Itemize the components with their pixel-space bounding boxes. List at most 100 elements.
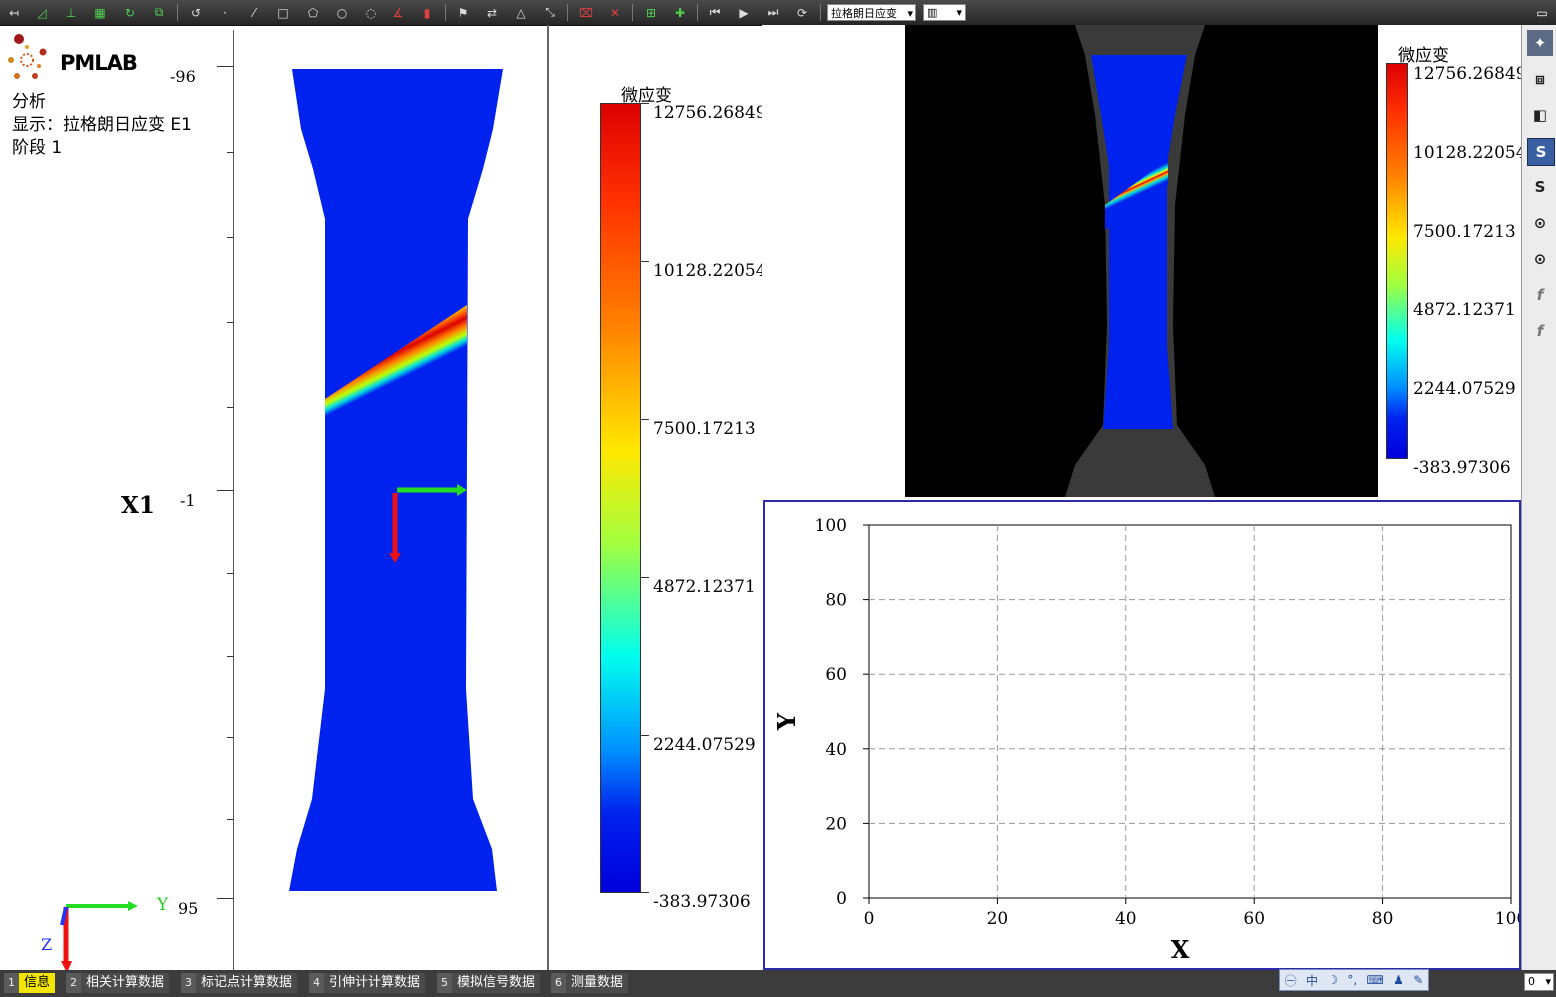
info-display: 显示：拉格朗日应变 E1 <box>12 115 192 135</box>
axis-icon[interactable]: ⊥ <box>61 3 81 22</box>
ime-language[interactable]: 中 <box>1306 972 1318 989</box>
axis-triad <box>30 885 150 979</box>
y-tick-label: 0 <box>836 889 847 909</box>
y-tick-label: 60 <box>825 665 847 685</box>
chevron-down-icon: ▾ <box>956 6 962 19</box>
ruler-line <box>233 30 234 970</box>
layout-select[interactable]: ▥ ▾ <box>923 4 966 21</box>
moon-icon[interactable]: ☽ <box>1327 973 1338 987</box>
y-tick-label: 80 <box>825 591 847 611</box>
swap-icon[interactable]: ⇄ <box>482 3 502 22</box>
colorbar-tick: 7500.17213 <box>653 419 756 439</box>
strain-analysis-icon[interactable]: S <box>1527 138 1555 166</box>
chevron-down-icon: ▾ <box>1545 975 1551 988</box>
colorbar-tick: 12756.26849 <box>653 103 767 123</box>
tab-info[interactable]: 1 信息 <box>4 973 56 993</box>
wrench-icon[interactable]: ✎ <box>1413 973 1423 987</box>
colorbar-tick: 10128.22054 <box>653 261 767 281</box>
tab-number: 5 <box>437 973 452 993</box>
camera-image <box>905 25 1378 497</box>
eraser-icon[interactable]: ▮ <box>417 3 437 22</box>
xy-chart: 0 20 40 60 80 100 0 20 40 60 80 100 X Y <box>772 516 1527 964</box>
line-icon[interactable]: ⁄ <box>244 3 264 22</box>
axis-y-label: Y <box>157 895 169 915</box>
x-tick-label: 20 <box>987 909 1009 929</box>
index-select-value: 0 <box>1528 975 1535 988</box>
y-axis-label: Y <box>772 712 801 731</box>
tab-label: 标记点计算数据 <box>196 973 298 993</box>
polygon-icon[interactable]: ⬠ <box>303 3 323 22</box>
play-icon[interactable]: ▶ <box>734 3 754 22</box>
colorbar-tick: 2244.07529 <box>653 735 756 755</box>
image-view-panel: 微应变 12756.26849 10128.22054 7500.17213 4… <box>762 25 1527 500</box>
rectangle-icon[interactable]: □ <box>273 3 293 22</box>
colorbar-tick: 2244.07529 <box>1413 379 1516 399</box>
colorbar-tick: 4872.12371 <box>1413 300 1516 320</box>
delete-point-icon[interactable]: ✕ <box>605 3 625 22</box>
punctuation-icon[interactable]: °, <box>1347 973 1357 987</box>
undo-icon[interactable]: ↺ <box>186 3 206 22</box>
ellipse-icon[interactable]: ◌ <box>361 3 381 22</box>
rotate-icon[interactable]: ↻ <box>120 3 140 22</box>
add-point-icon[interactable]: ✚ <box>670 3 690 22</box>
view-3d-icon[interactable]: ✦ <box>1527 30 1553 56</box>
colorbar <box>600 103 641 893</box>
chevron-down-icon: ▾ <box>907 7 913 20</box>
chart-panel: 0 20 40 60 80 100 0 20 40 60 80 100 X Y <box>763 500 1527 970</box>
main-toolbar: ↤ ◿ ⊥ ▦ ↻ ⧉ ↺ · ⁄ □ ⬠ ○ ◌ ∡ ▮ ⚑ ⇄ △ ⤡ ⌧ … <box>0 0 1556 26</box>
extensometer-icon[interactable]: ⧈ <box>1527 66 1553 92</box>
tab-label: 模拟信号数据 <box>452 973 541 993</box>
grid-icon[interactable]: ▦ <box>90 3 110 22</box>
displacement-icon[interactable]: ⊙ <box>1527 210 1553 236</box>
tab-analog-data[interactable]: 5 模拟信号数据 <box>437 973 541 993</box>
window-restore-icon[interactable]: ▭ <box>1532 3 1552 22</box>
arrow-icon[interactable]: ↤ <box>4 3 24 22</box>
x-tick-label: 40 <box>1115 909 1137 929</box>
info-analysis: 分析 <box>12 92 46 112</box>
logo-icon <box>5 30 65 80</box>
y-tick-label: 40 <box>825 740 847 760</box>
y-tick-label: 100 <box>815 516 847 536</box>
tab-correlation-data[interactable]: 2 相关计算数据 <box>66 973 170 993</box>
first-frame-icon[interactable]: ⏮ <box>705 3 725 22</box>
select-icon[interactable]: ⤡ <box>540 3 560 22</box>
ime-toolbar[interactable]: ㊀ 中 ☽ °, ⌨ ♟ ✎ <box>1279 969 1429 991</box>
point-icon[interactable]: · <box>215 3 235 22</box>
add-region-icon[interactable]: ⊞ <box>641 3 661 22</box>
function-stats-icon[interactable]: f <box>1527 318 1553 344</box>
triangle-icon[interactable]: △ <box>511 3 531 22</box>
logo-text: PMLAB <box>60 51 138 75</box>
angle-icon[interactable]: ∡ <box>388 3 408 22</box>
circle-icon[interactable]: ○ <box>332 3 352 22</box>
measure-icon[interactable]: ◿ <box>32 3 52 22</box>
keyboard-icon[interactable]: ⌨ <box>1367 973 1384 987</box>
user-icon[interactable]: ♟ <box>1393 973 1404 987</box>
tab-number: 4 <box>309 973 324 993</box>
right-toolbar: ✦ ⧈ ◧ S S ⊙ ⊙ f f <box>1521 25 1556 970</box>
index-select[interactable]: 0 ▾ <box>1524 973 1554 991</box>
tab-number: 6 <box>551 973 566 993</box>
layout-icon: ▥ <box>927 6 938 19</box>
tab-number: 2 <box>66 973 81 993</box>
colorbar-tick: 7500.17213 <box>1413 222 1516 242</box>
tab-marker-data[interactable]: 3 标记点计算数据 <box>181 973 298 993</box>
tab-measurement-data[interactable]: 6 测量数据 <box>551 973 629 993</box>
x-tick-label: 0 <box>864 909 875 929</box>
copy-icon[interactable]: ⧉ <box>149 3 169 22</box>
colorbar-tick: -383.97306 <box>1413 458 1511 478</box>
loop-icon[interactable]: ⟳ <box>792 3 812 22</box>
tab-extensometer-data[interactable]: 4 引伸计计算数据 <box>309 973 426 993</box>
flag-icon[interactable]: ⚑ <box>453 3 473 22</box>
delete-region-icon[interactable]: ⌧ <box>576 3 596 22</box>
strain-stats-icon[interactable]: S <box>1527 174 1553 200</box>
y-tick-label: 20 <box>825 814 847 834</box>
function-icon[interactable]: f <box>1527 282 1553 308</box>
info-stage: 阶段 1 <box>12 138 63 158</box>
gauge-icon[interactable]: ◧ <box>1527 102 1553 128</box>
ime-logo-icon[interactable]: ㊀ <box>1285 972 1297 989</box>
view-select[interactable]: 拉格朗日应变 ▾ <box>827 4 916 21</box>
colorbar-tick: -383.97306 <box>653 892 751 912</box>
x1-label: X1 <box>121 492 155 519</box>
last-frame-icon[interactable]: ⏭ <box>763 3 783 22</box>
displacement-stats-icon[interactable]: ⊙ <box>1527 246 1553 272</box>
